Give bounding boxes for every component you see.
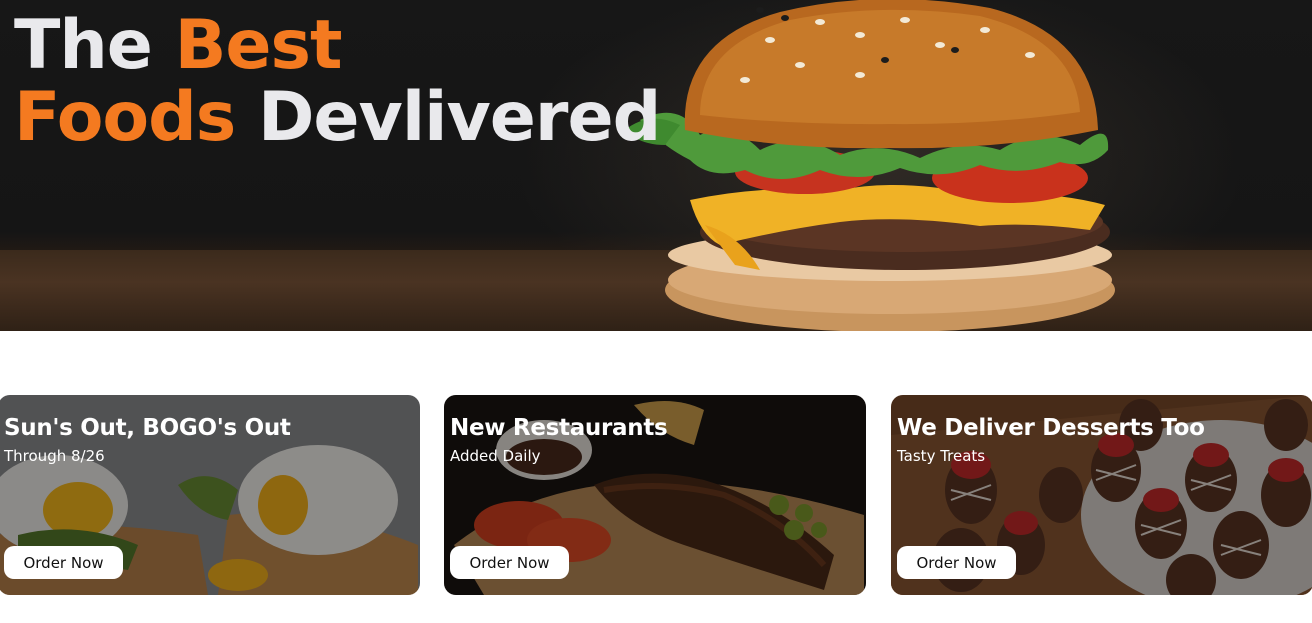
- card-subtitle: Added Daily: [450, 447, 541, 465]
- order-now-button[interactable]: Order Now: [4, 546, 123, 579]
- card-subtitle: Tasty Treats: [897, 447, 986, 465]
- promo-card-bogo: Sun's Out, BOGO's Out Through 8/26 Order…: [0, 395, 420, 595]
- order-now-button[interactable]: Order Now: [450, 546, 569, 579]
- promo-card-desserts: We Deliver Desserts Too Tasty Treats Ord…: [891, 395, 1312, 595]
- hero-title-accent-best: Best: [174, 6, 343, 85]
- card-subtitle: Through 8/26: [4, 447, 105, 465]
- hero-title: The Best Foods Devlivered: [14, 10, 661, 157]
- hero-title-accent-foods: Foods: [14, 78, 236, 157]
- promo-card-new-restaurants: New Restaurants Added Daily Order Now: [444, 395, 866, 595]
- card-title: New Restaurants: [450, 415, 668, 441]
- hero-title-part1: The: [14, 6, 175, 85]
- card-title: We Deliver Desserts Too: [897, 415, 1205, 441]
- order-now-button[interactable]: Order Now: [897, 546, 1016, 579]
- card-title: Sun's Out, BOGO's Out: [4, 415, 291, 441]
- hero-title-part2: Devlivered: [235, 78, 661, 157]
- hero-banner: The Best Foods Devlivered: [0, 0, 1312, 331]
